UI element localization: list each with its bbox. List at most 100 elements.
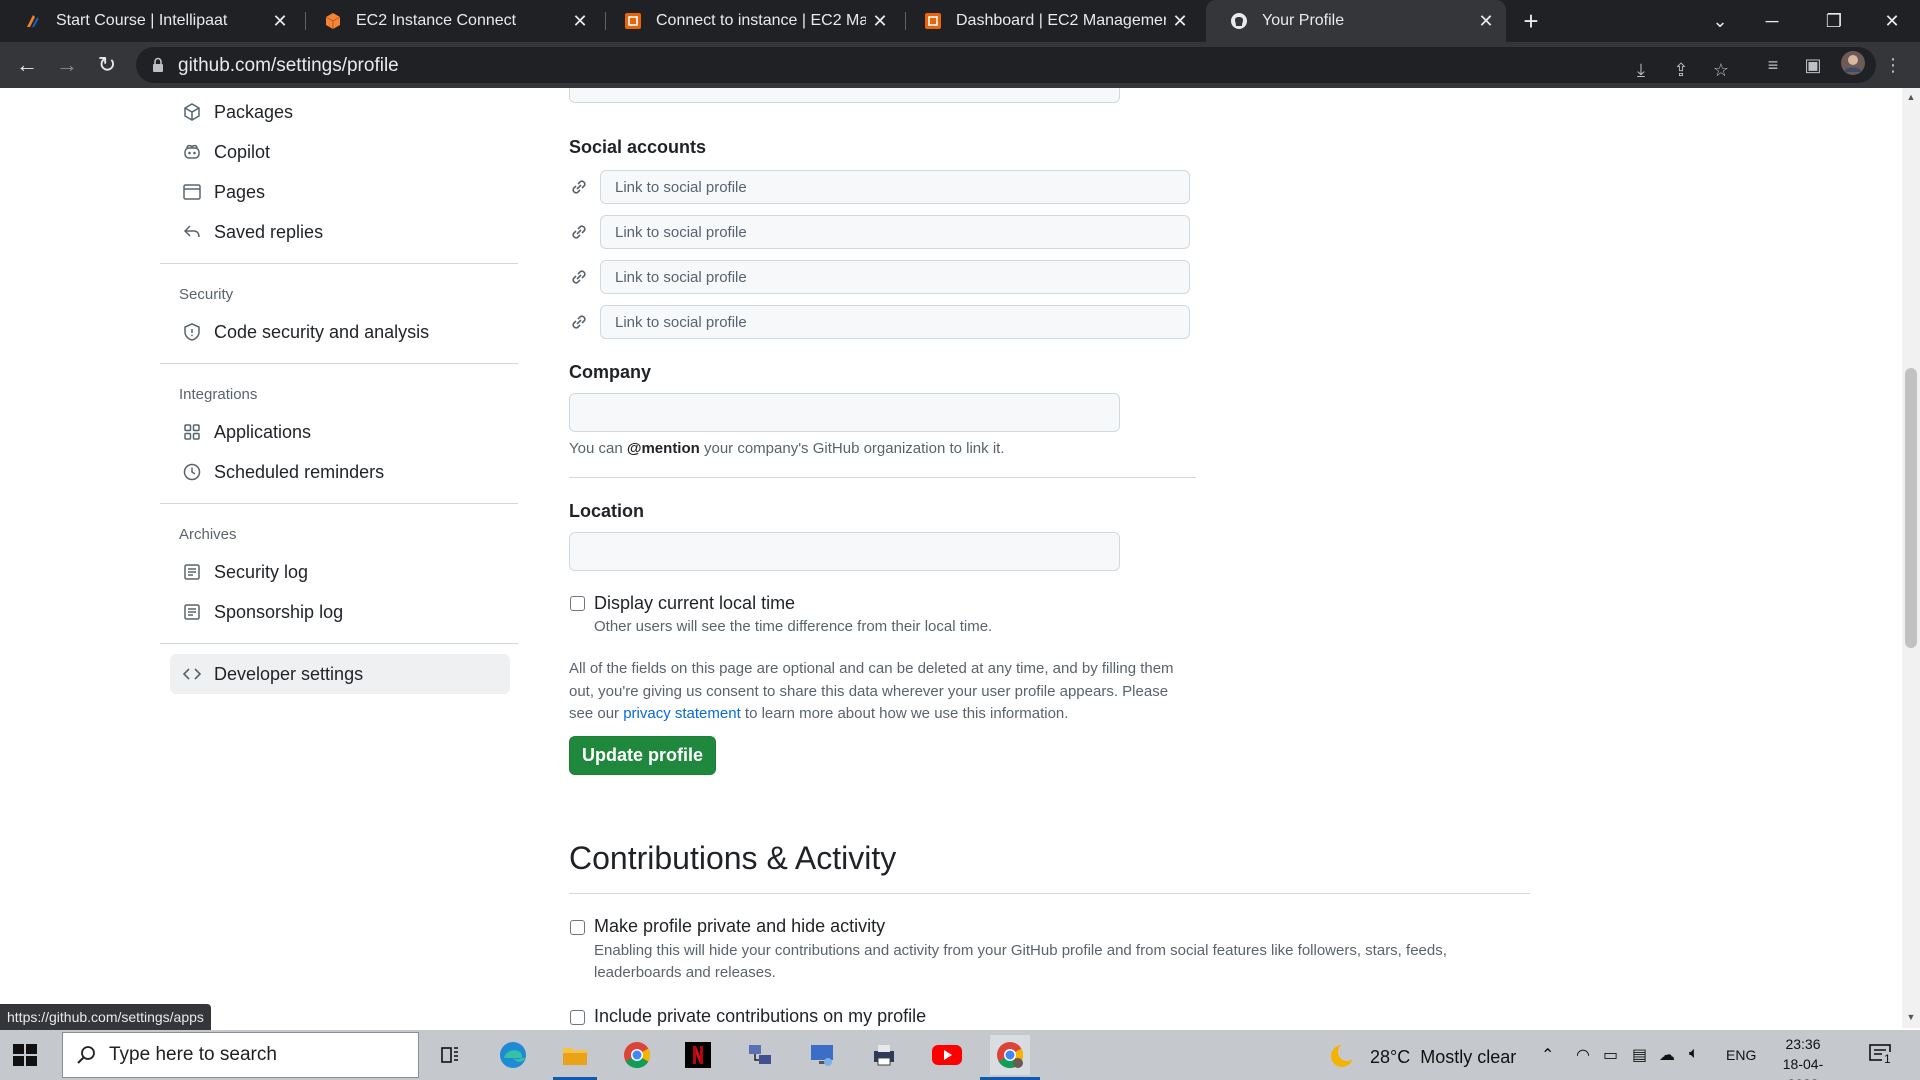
tab-title: Start Course | Intellipaat [56,12,228,29]
wifi-icon[interactable]: ◠ [1576,1045,1590,1065]
file-explorer-icon[interactable] [555,1035,595,1075]
volume-icon[interactable]: 🔈︎ [1689,1045,1699,1063]
chrome-profile-icon[interactable] [990,1035,1030,1075]
sidebar-heading-integrations: Integrations [179,386,258,403]
weather-widget[interactable]: 28°C Mostly clear [1328,1042,1516,1072]
social-profile-input-3[interactable]: Link to social profile [600,260,1190,294]
sidebar-item-developer-settings[interactable]: Developer settings [170,654,510,694]
battery-icon[interactable]: ▭ [1603,1045,1618,1065]
update-profile-button[interactable]: Update profile [569,736,716,775]
social-profile-input-1[interactable]: Link to social profile [600,170,1190,204]
scroll-up-icon[interactable]: ▲ [1906,92,1916,102]
new-tab-icon[interactable]: + [1516,6,1546,36]
close-tab-icon[interactable]: ✕ [866,11,894,32]
sidebar-item-label: Security log [214,561,309,582]
page-scrollbar[interactable]: ▲ ▼ [1902,88,1920,1028]
copilot-icon [180,140,204,164]
forward-icon[interactable]: → [52,50,82,80]
display-local-time-label: Display current local time [594,593,796,613]
onedrive-icon[interactable]: ☁ [1659,1045,1675,1065]
printer-app-icon[interactable] [864,1035,904,1075]
section-divider [569,477,1196,478]
sidebar-item-packages[interactable]: Packages [170,94,510,130]
sidebar-item-pages[interactable]: Pages [170,174,510,210]
browser-icon [180,180,204,204]
share-icon[interactable]: ⇪ [1666,55,1696,85]
aws-console-icon [624,12,642,30]
location-label: Location [569,501,644,521]
device-icon[interactable]: ▤ [1632,1045,1647,1065]
clock-time: 23:36 [1785,1036,1821,1052]
sidebar-item-label: Packages [214,101,294,122]
close-tab-icon[interactable]: ✕ [1166,11,1194,32]
clock-date: 18-04-2023 [1782,1056,1824,1080]
mention-text: @mention [626,440,700,457]
network-app-icon[interactable] [740,1035,780,1075]
close-tab-icon[interactable]: ✕ [1472,11,1500,32]
chrome-icon[interactable] [617,1035,657,1075]
intellipaat-favicon-icon [24,12,42,30]
previous-field-input[interactable] [569,88,1120,103]
edge-browser-icon[interactable] [493,1035,533,1075]
install-app-icon[interactable]: ⤓ [1626,55,1656,85]
show-hidden-icons-icon[interactable]: ⌃ [1541,1045,1554,1065]
input-placeholder: Link to social profile [615,313,747,331]
company-input[interactable] [569,393,1120,432]
notification-icon[interactable]: 1 [1868,1042,1894,1071]
back-icon[interactable]: ← [12,50,42,80]
scroll-down-icon[interactable]: ▼ [1906,1012,1916,1022]
social-accounts-label: Social accounts [569,137,707,157]
display-local-time-checkbox[interactable] [570,596,585,611]
browser-toolbar: ← → ↻ github.com/settings/profile ⤓ ⇪ ☆ … [0,42,1920,88]
sidebar-divider [160,503,518,504]
social-profile-input-4[interactable]: Link to social profile [600,305,1190,339]
close-tab-icon[interactable]: ✕ [566,11,594,32]
windows-start-icon[interactable] [10,1040,40,1070]
taskbar-search-box[interactable]: Type here to search [62,1032,419,1078]
lock-icon [153,57,163,72]
browser-menu-icon[interactable]: ⋮ [1878,50,1908,80]
sidebar-heading-archives: Archives [179,526,237,543]
privacy-note: All of the fields on this page are optio… [569,658,1189,726]
sidebar-item-scheduled-reminders[interactable]: Scheduled reminders [170,454,510,490]
tab-your-profile[interactable]: Your Profile ✕ [1206,0,1506,42]
scrollbar-thumb[interactable] [1905,368,1917,648]
privacy-statement-link[interactable]: privacy statement [623,705,741,722]
restore-icon[interactable]: ❐ [1806,0,1862,42]
url-text: github.com/settings/profile [178,55,399,76]
tab-connect-to-instance[interactable]: Connect to instance | EC2 Manag ✕ [600,0,900,42]
sidebar-item-security-log[interactable]: Security log [170,554,510,590]
youtube-icon[interactable] [927,1035,967,1075]
private-profile-checkbox[interactable] [570,920,585,935]
tab-ec2-dashboard[interactable]: Dashboard | EC2 Management Co ✕ [900,0,1200,42]
task-view-icon[interactable] [430,1035,470,1075]
address-bar[interactable]: github.com/settings/profile ⤓ ⇪ ☆ [136,47,1876,83]
media-queue-icon[interactable]: ≡ [1758,50,1788,80]
tab-title: Your Profile [1262,12,1345,29]
remote-desktop-icon[interactable] [802,1035,842,1075]
code-icon [180,662,204,686]
sidebar-item-sponsorship-log[interactable]: Sponsorship log [170,594,510,630]
tab-ec2-instance-connect[interactable]: EC2 Instance Connect ✕ [300,0,600,42]
close-tab-icon[interactable]: ✕ [266,11,294,32]
tab-search-chevron-icon[interactable]: ⌄ [1692,0,1748,42]
sidebar-item-code-security[interactable]: Code security and analysis [170,314,510,350]
bookmark-star-icon[interactable]: ☆ [1706,55,1736,85]
private-contributions-checkbox[interactable] [570,1010,585,1025]
social-profile-input-2[interactable]: Link to social profile [600,215,1190,249]
sidebar-item-saved-replies[interactable]: Saved replies [170,214,510,250]
system-clock[interactable]: 23:36 18-04-2023 [1768,1034,1838,1080]
minimize-icon[interactable]: ─ [1744,0,1800,42]
tab-intellipaat[interactable]: Start Course | Intellipaat ✕ [0,0,300,42]
aws-console-icon [924,12,942,30]
side-panel-icon[interactable]: ▣ [1798,50,1828,80]
sidebar-item-label: Sponsorship log [214,601,344,622]
netflix-icon[interactable] [678,1035,718,1075]
avatar[interactable] [1838,50,1868,80]
reload-icon[interactable]: ↻ [92,50,122,80]
sidebar-item-applications[interactable]: Applications [170,414,510,450]
close-window-icon[interactable]: ✕ [1864,0,1920,42]
location-input[interactable] [569,532,1120,571]
language-indicator[interactable]: ENG [1726,1047,1756,1063]
sidebar-item-copilot[interactable]: Copilot [170,134,510,170]
